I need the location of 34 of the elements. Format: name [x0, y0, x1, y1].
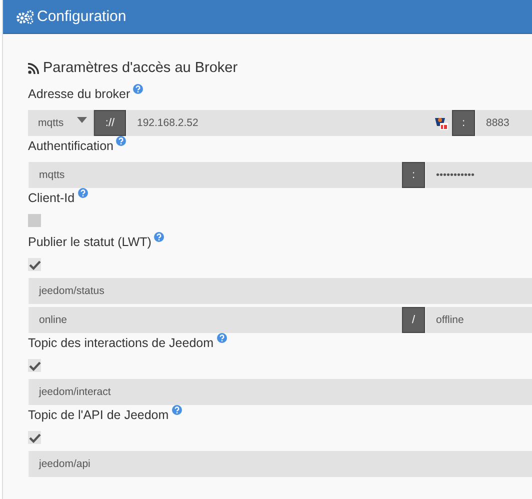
checkbox[interactable] — [28, 214, 41, 227]
separator-addon: / — [402, 307, 425, 333]
password-field[interactable]: ••••••••••• — [425, 162, 532, 188]
input-field[interactable]: jeedom/status — [28, 278, 532, 304]
help-icon — [216, 333, 227, 343]
checkbox[interactable] — [28, 359, 41, 372]
protocol-dropdown[interactable]: mqtts — [28, 110, 94, 136]
help-icon — [172, 405, 182, 415]
separator-addon: :// — [94, 110, 126, 136]
field-label: Authentification — [28, 138, 114, 155]
help-icon — [116, 136, 126, 146]
input-field[interactable]: 8883 — [475, 110, 532, 136]
field-label: Client-Id — [28, 190, 75, 207]
input-field[interactable]: jeedom/api — [28, 451, 532, 477]
input-field[interactable]: 192.168.2.52 — [126, 110, 452, 136]
help-icon — [133, 84, 144, 94]
checkbox[interactable] — [28, 431, 41, 444]
field-label: Adresse du broker — [28, 86, 130, 103]
panel-title: Configuration — [37, 8, 126, 25]
separator-addon: : — [402, 162, 425, 188]
checkbox[interactable] — [28, 258, 41, 271]
field-label: Publier le statut (LWT) — [28, 234, 152, 251]
input-field[interactable]: jeedom/interact — [28, 379, 532, 405]
help-icon — [154, 232, 164, 242]
separator-addon: : — [452, 110, 475, 136]
rss-icon — [28, 62, 39, 74]
input-field[interactable]: offline — [425, 307, 532, 333]
field-label: Topic de l'API de Jeedom — [28, 407, 169, 424]
gears-icon — [16, 10, 34, 24]
help-icon — [78, 188, 88, 198]
input-field[interactable]: mqtts — [28, 162, 402, 188]
input-field[interactable]: online — [28, 307, 402, 333]
section-title: Paramètres d'accès au Broker — [43, 60, 238, 76]
field-label: Topic des interactions de Jeedom — [28, 335, 214, 352]
